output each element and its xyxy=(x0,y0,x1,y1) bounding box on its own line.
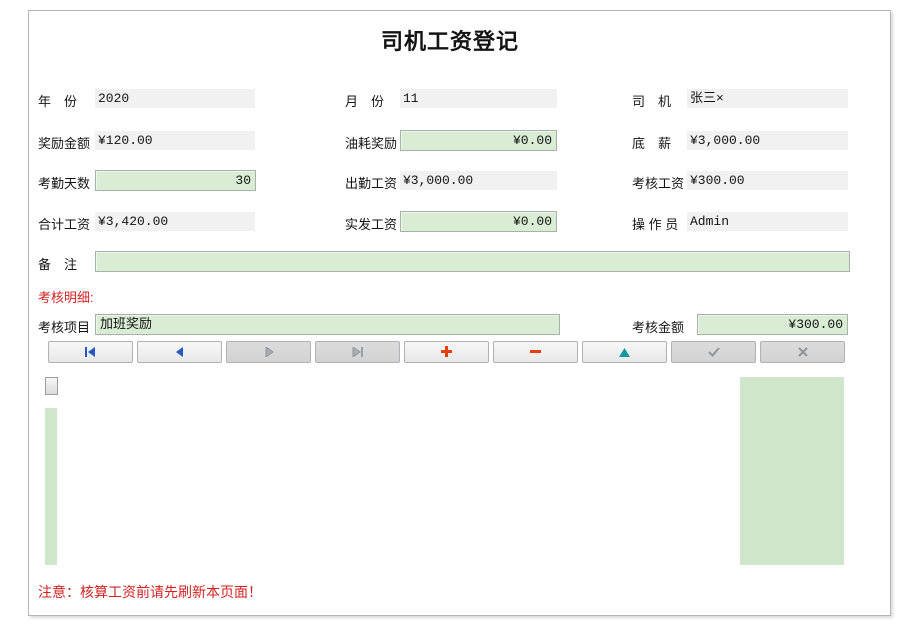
month-label: 月 份 xyxy=(345,91,384,110)
driver-salary-form-page: 司机工资登记 年 份 2020 月 份 11 司 机 张三× 奖励金额 ¥120… xyxy=(0,0,900,629)
assessment-detail-heading: 考核明细: xyxy=(38,287,94,306)
last-record-icon xyxy=(351,345,364,360)
assessment-item-input[interactable]: 加班奖励 xyxy=(95,314,560,335)
grid-side-panel xyxy=(740,377,844,565)
total-salary-label: 合计工资 xyxy=(38,214,90,233)
grid-indicator-column xyxy=(45,408,57,565)
insert-record-icon xyxy=(441,345,452,360)
edit-record-icon xyxy=(619,345,630,360)
attendance-salary-label: 出勤工资 xyxy=(345,173,397,192)
nav-prior-button[interactable] xyxy=(137,341,222,363)
nav-delete-button[interactable] xyxy=(493,341,578,363)
remark-label: 备 注 xyxy=(38,254,77,273)
first-record-icon xyxy=(84,345,97,360)
nav-insert-button[interactable] xyxy=(404,341,489,363)
nav-last-button[interactable] xyxy=(315,341,400,363)
delete-record-icon xyxy=(530,345,541,360)
actual-salary-input[interactable]: ¥0.00 xyxy=(400,211,557,232)
fuel-bonus-label: 油耗奖励 xyxy=(345,133,397,152)
assessment-salary-field: ¥300.00 xyxy=(687,171,848,190)
remark-input[interactable] xyxy=(95,251,850,272)
month-field: 11 xyxy=(400,89,557,108)
page-title: 司机工资登记 xyxy=(0,24,900,56)
nav-edit-button[interactable] xyxy=(582,341,667,363)
grid-corner-indicator xyxy=(45,377,58,395)
assessment-salary-label: 考核工资 xyxy=(632,173,684,192)
nav-first-button[interactable] xyxy=(48,341,133,363)
operator-label: 操 作 员 xyxy=(632,214,678,233)
year-field: 2020 xyxy=(95,89,255,108)
driver-label: 司 机 xyxy=(632,91,671,110)
fuel-bonus-input[interactable]: ¥0.00 xyxy=(400,130,557,151)
nav-post-button[interactable] xyxy=(671,341,756,363)
refresh-warning-note: 注意：核算工资前请先刷新本页面！ xyxy=(38,582,262,602)
attendance-days-label: 考勤天数 xyxy=(38,173,90,192)
post-edit-icon xyxy=(708,345,720,360)
operator-field: Admin xyxy=(687,212,848,231)
base-salary-field: ¥3,000.00 xyxy=(687,131,848,150)
assessment-item-label: 考核项目 xyxy=(38,317,90,336)
year-label: 年 份 xyxy=(38,91,77,110)
nav-cancel-button[interactable] xyxy=(760,341,845,363)
cancel-edit-icon xyxy=(798,345,808,360)
next-record-icon xyxy=(264,345,274,360)
record-navigator-toolbar xyxy=(48,341,845,363)
driver-field: 张三× xyxy=(687,89,848,108)
prior-record-icon xyxy=(175,345,185,360)
base-salary-label: 底 薪 xyxy=(632,133,671,152)
attendance-days-input[interactable]: 30 xyxy=(95,170,256,191)
actual-salary-label: 实发工资 xyxy=(345,214,397,233)
reward-field: ¥120.00 xyxy=(95,131,255,150)
reward-label: 奖励金额 xyxy=(38,133,90,152)
attendance-salary-field: ¥3,000.00 xyxy=(400,171,557,190)
assessment-amount-input[interactable]: ¥300.00 xyxy=(697,314,848,335)
nav-next-button[interactable] xyxy=(226,341,311,363)
assessment-amount-label: 考核金额 xyxy=(632,317,684,336)
total-salary-field: ¥3,420.00 xyxy=(95,212,255,231)
